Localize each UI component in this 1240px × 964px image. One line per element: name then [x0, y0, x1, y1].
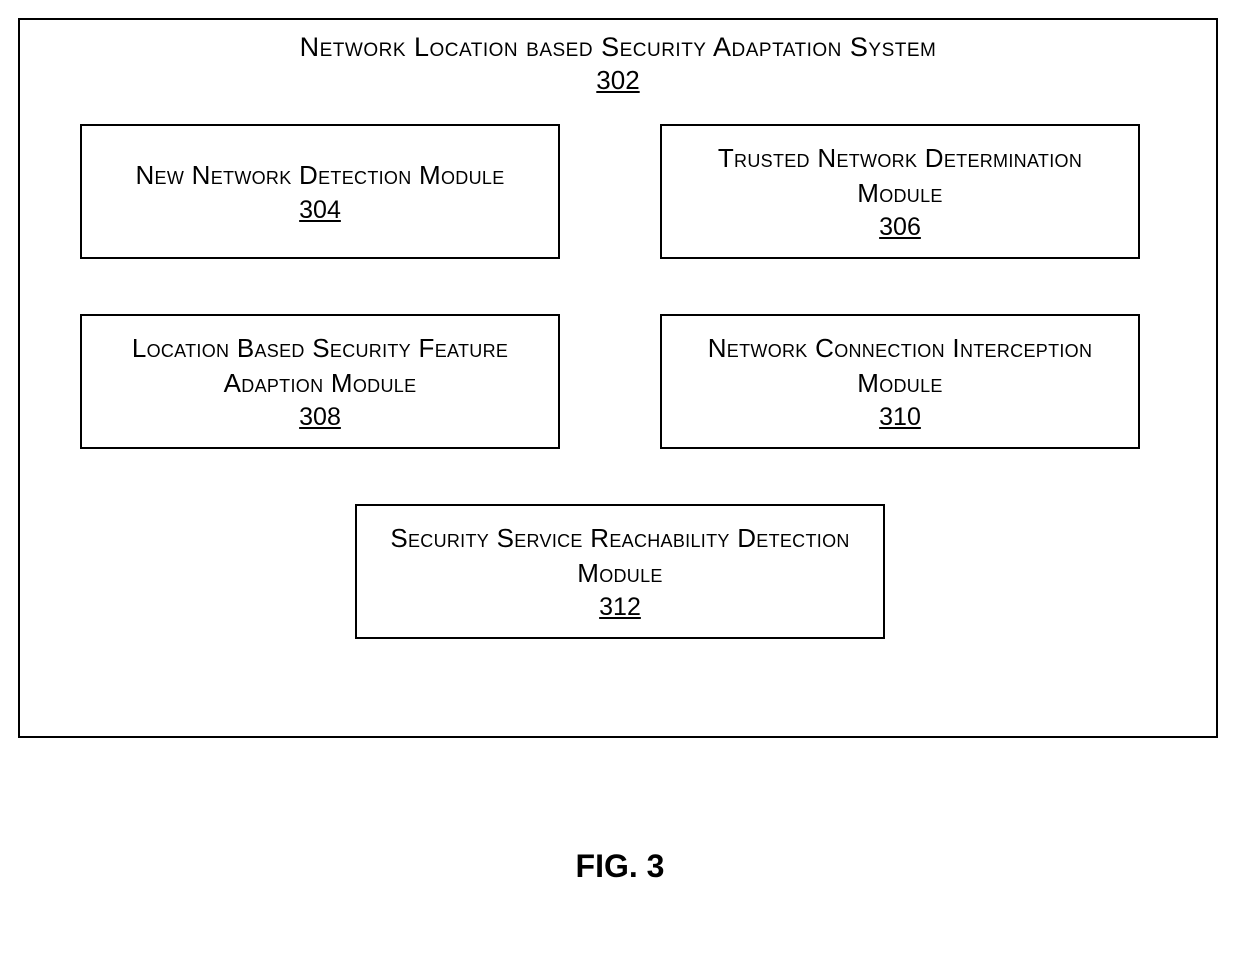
module-title: Location Based Security Feature Adaption… [94, 331, 546, 401]
module-reference-number: 308 [299, 403, 341, 432]
module-reference-number: 306 [879, 213, 921, 242]
module-title: Trusted Network Determination Module [674, 141, 1126, 211]
module-reference-number: 310 [879, 403, 921, 432]
module-trusted-network-determination: Trusted Network Determination Module 306 [660, 124, 1140, 259]
system-title: Network Location based Security Adaptati… [20, 32, 1216, 63]
module-new-network-detection: New Network Detection Module 304 [80, 124, 560, 259]
module-location-based-security-feature-adaption: Location Based Security Feature Adaption… [80, 314, 560, 449]
module-network-connection-interception: Network Connection Interception Module 3… [660, 314, 1140, 449]
figure-caption: FIG. 3 [0, 848, 1240, 885]
module-title: Network Connection Interception Module [674, 331, 1126, 401]
module-security-service-reachability-detection: Security Service Reachability Detection … [355, 504, 885, 639]
modules-area: New Network Detection Module 304 Trusted… [20, 104, 1216, 724]
module-title: Security Service Reachability Detection … [369, 521, 871, 591]
module-title: New Network Detection Module [135, 158, 504, 193]
module-reference-number: 304 [299, 196, 341, 225]
system-reference-number: 302 [20, 65, 1216, 96]
system-header: Network Location based Security Adaptati… [20, 20, 1216, 104]
system-container: Network Location based Security Adaptati… [18, 18, 1218, 738]
module-reference-number: 312 [599, 593, 641, 622]
